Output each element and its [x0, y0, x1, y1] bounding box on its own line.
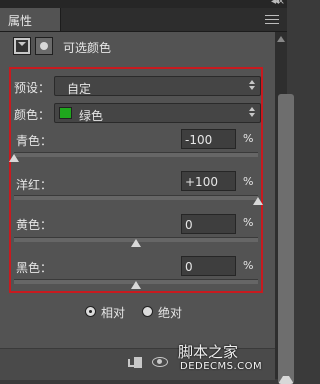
- yellow-unit: %: [243, 216, 254, 229]
- layer-icon[interactable]: [35, 37, 53, 55]
- magenta-input[interactable]: +100: [181, 171, 236, 191]
- colors-select[interactable]: 绿色: [54, 103, 261, 123]
- cyan-slider-thumb[interactable]: [9, 154, 19, 162]
- adjustment-title: 可选颜色: [63, 41, 112, 55]
- slider-label-yellow: 黄色：: [16, 218, 53, 232]
- panel-menu-icon[interactable]: [265, 12, 279, 26]
- colors-value: 绿色: [79, 109, 104, 123]
- preset-select[interactable]: 自定: [54, 76, 261, 96]
- watermark-url: DEDECMS.COM: [180, 361, 263, 372]
- color-swatch: [59, 107, 72, 119]
- black-unit: %: [243, 259, 254, 272]
- relative-label[interactable]: 相对: [101, 304, 125, 321]
- black-slider-thumb[interactable]: [131, 281, 141, 289]
- relative-radio[interactable]: [85, 306, 96, 317]
- preset-value: 自定: [67, 82, 92, 96]
- mask-icon[interactable]: [13, 37, 31, 55]
- black-value: 0: [185, 260, 193, 274]
- eye-icon[interactable]: [152, 357, 168, 367]
- absolute-label[interactable]: 绝对: [158, 304, 182, 321]
- panel-header: 属性: [0, 8, 287, 32]
- slider-label-black: 黑色：: [16, 261, 53, 275]
- clip-to-layer-icon[interactable]: [128, 357, 142, 369]
- yellow-value: 0: [185, 218, 193, 232]
- preset-label: 预设：: [14, 81, 51, 95]
- yellow-slider-thumb[interactable]: [131, 239, 141, 247]
- select-arrows-icon: [249, 80, 256, 93]
- cyan-slider-track[interactable]: [14, 152, 258, 157]
- scrollbar-thumb[interactable]: [278, 94, 294, 384]
- scroll-up-icon[interactable]: [277, 36, 285, 42]
- colors-label: 颜色：: [14, 108, 51, 122]
- magenta-slider-thumb[interactable]: [253, 197, 263, 205]
- panel-top-strip: ◂◂ ×: [0, 0, 287, 8]
- cyan-value: -100: [185, 133, 213, 147]
- tab-properties[interactable]: 属性: [0, 8, 61, 31]
- magenta-slider-track[interactable]: [14, 195, 258, 200]
- panel-scrollbar[interactable]: [275, 32, 294, 384]
- black-input[interactable]: 0: [181, 256, 236, 276]
- watermark-text: 脚本之家: [178, 343, 239, 361]
- cyan-unit: %: [243, 132, 254, 145]
- close-panel-icon[interactable]: ×: [277, 0, 285, 7]
- tab-properties-label: 属性: [8, 14, 33, 28]
- slider-label-cyan: 青色：: [16, 134, 53, 148]
- absolute-radio[interactable]: [142, 306, 153, 317]
- magenta-unit: %: [243, 175, 254, 188]
- yellow-input[interactable]: 0: [181, 214, 236, 234]
- magenta-value: +100: [185, 175, 218, 189]
- cyan-input[interactable]: -100: [181, 129, 236, 149]
- select-arrows-icon: [249, 107, 256, 120]
- slider-label-magenta: 洋红：: [16, 178, 53, 192]
